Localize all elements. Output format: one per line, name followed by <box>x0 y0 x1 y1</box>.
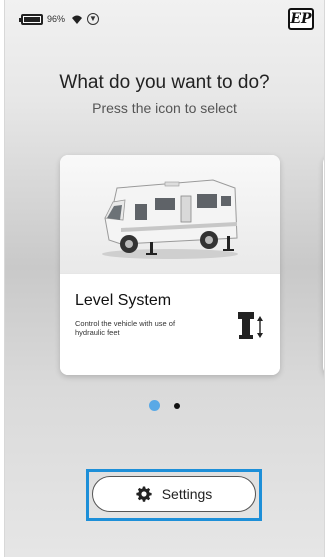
card-title: Level System <box>75 292 172 309</box>
page-dot[interactable] <box>174 402 180 409</box>
motorhome-icon <box>102 179 238 259</box>
card-description: Control the vehicle with use of hydrauli… <box>75 319 176 337</box>
card-body: Level System Control the vehicle with us… <box>60 273 280 375</box>
page-indicator <box>5 400 324 411</box>
page-subtitle: Press the icon to select <box>92 100 237 116</box>
next-card-peek[interactable] <box>323 155 324 375</box>
battery-icon <box>19 13 43 25</box>
app-screen: 96% ▼ EP What do you want to do? Press t… <box>4 0 325 557</box>
wifi-icon <box>72 15 83 24</box>
status-bar: 96% ▼ <box>5 0 324 52</box>
motorhome-image <box>60 155 280 273</box>
page-title: What do you want to do? <box>59 72 270 93</box>
settings-label: Settings <box>161 486 213 502</box>
gear-icon <box>136 486 152 502</box>
page-dot-active[interactable] <box>149 400 160 411</box>
battery-percentage: 96% <box>47 14 66 24</box>
hydraulic-foot-icon <box>238 312 263 339</box>
level-system-card[interactable]: Level System Control the vehicle with us… <box>60 155 280 375</box>
settings-button[interactable]: Settings <box>92 476 256 512</box>
download-icon: ▼ <box>87 13 100 25</box>
brand-logo: EP <box>288 8 314 30</box>
